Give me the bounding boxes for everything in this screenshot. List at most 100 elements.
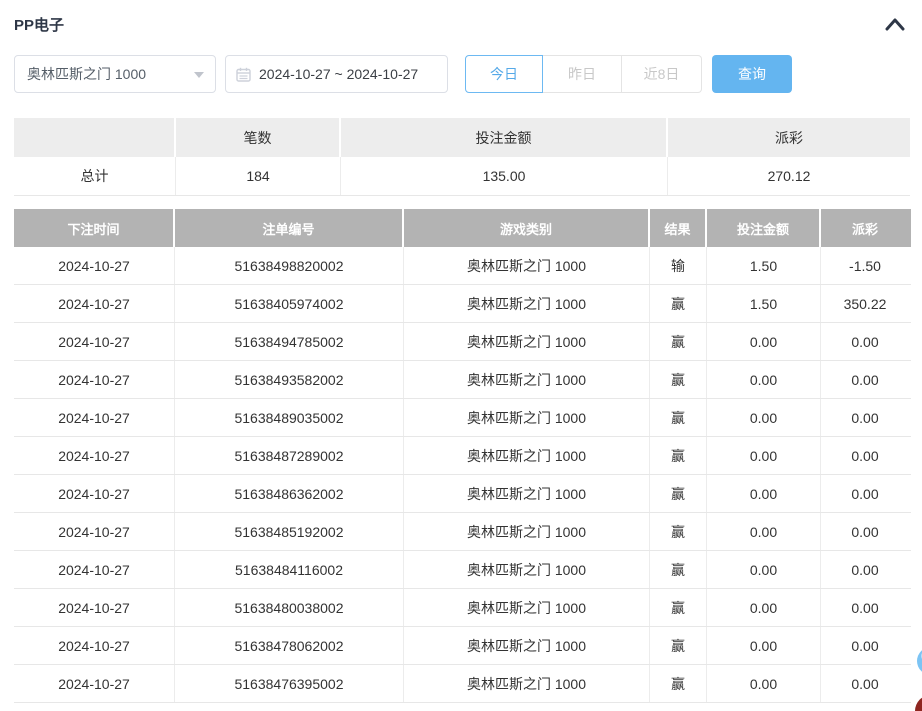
table-row: 2024-10-2751638484116002奥林匹斯之门 1000赢0.00… (14, 551, 911, 589)
table-cell: 奥林匹斯之门 1000 (404, 323, 650, 360)
caret-down-icon (194, 72, 204, 78)
search-button[interactable]: 查询 (712, 55, 792, 93)
summary-header-cell: 派彩 (668, 118, 910, 157)
table-header-cell: 投注金额 (707, 209, 821, 247)
table-row: 2024-10-2751638405974002奥林匹斯之门 1000赢1.50… (14, 285, 911, 323)
table-cell: 赢 (650, 323, 707, 360)
table-cell: 2024-10-27 (14, 361, 175, 398)
table-cell: 51638489035002 (175, 399, 404, 436)
quick-date-button-近8日[interactable]: 近8日 (622, 55, 702, 93)
table-cell: 奥林匹斯之门 1000 (404, 665, 650, 702)
table-cell: 奥林匹斯之门 1000 (404, 399, 650, 436)
table-cell: 输 (650, 247, 707, 284)
table-cell: 1.50 (707, 285, 821, 322)
table-cell: 0.00 (821, 589, 909, 626)
table-cell: 2024-10-27 (14, 323, 175, 360)
calendar-icon (236, 67, 251, 87)
table-cell: 奥林匹斯之门 1000 (404, 627, 650, 664)
table-cell: 0.00 (707, 513, 821, 550)
date-range-picker[interactable]: 2024-10-27 ~ 2024-10-27 (225, 55, 448, 93)
table-cell: 0.00 (707, 589, 821, 626)
pp-electronic-report-panel: PP电子 奥林匹斯之门 1000 2024-10-27 ~ 2024-10- (0, 0, 922, 711)
table-cell: 0.00 (821, 551, 909, 588)
table-cell: 2024-10-27 (14, 399, 175, 436)
table-cell: -1.50 (821, 247, 909, 284)
table-cell: 赢 (650, 513, 707, 550)
table-cell: 奥林匹斯之门 1000 (404, 513, 650, 550)
table-cell: 2024-10-27 (14, 247, 175, 284)
table-cell: 0.00 (707, 399, 821, 436)
game-select[interactable]: 奥林匹斯之门 1000 (14, 55, 216, 93)
floating-action-button[interactable] (915, 695, 922, 711)
table-cell: 2024-10-27 (14, 437, 175, 474)
table-cell: 51638476395002 (175, 665, 404, 702)
table-row: 2024-10-2751638493582002奥林匹斯之门 1000赢0.00… (14, 361, 911, 399)
table-cell: 2024-10-27 (14, 627, 175, 664)
quick-date-button-昨日[interactable]: 昨日 (543, 55, 622, 93)
table-row: 2024-10-2751638480038002奥林匹斯之门 1000赢0.00… (14, 589, 911, 627)
table-header-cell: 游戏类别 (404, 209, 650, 247)
summary-total-row: 总计184135.00270.12 (14, 157, 910, 196)
summary-header-cell: 投注金额 (341, 118, 668, 157)
table-header-cell: 派彩 (821, 209, 909, 247)
table-cell: 0.00 (707, 665, 821, 702)
filter-bar: 奥林匹斯之门 1000 2024-10-27 ~ 2024-10-27 今日昨日… (14, 55, 908, 93)
bet-records-table: 下注时间注单编号游戏类别结果投注金额派彩 2024-10-27516384988… (14, 209, 911, 703)
table-cell: 0.00 (821, 361, 909, 398)
table-cell: 赢 (650, 665, 707, 702)
table-cell: 0.00 (821, 665, 909, 702)
table-cell: 51638480038002 (175, 589, 404, 626)
summary-table: 笔数投注金额派彩 总计184135.00270.12 (14, 118, 910, 196)
table-row: 2024-10-2751638485192002奥林匹斯之门 1000赢0.00… (14, 513, 911, 551)
table-cell: 51638498820002 (175, 247, 404, 284)
table-row: 2024-10-2751638494785002奥林匹斯之门 1000赢0.00… (14, 323, 911, 361)
table-cell: 0.00 (707, 475, 821, 512)
game-select-value: 奥林匹斯之门 1000 (27, 56, 146, 92)
table-cell: 奥林匹斯之门 1000 (404, 437, 650, 474)
summary-value-cell: 总计 (14, 157, 176, 195)
floating-service-button[interactable] (917, 647, 922, 675)
table-header-cell: 注单编号 (175, 209, 404, 247)
table-cell: 51638494785002 (175, 323, 404, 360)
table-cell: 51638493582002 (175, 361, 404, 398)
table-header-cell: 结果 (650, 209, 707, 247)
date-range-value: 2024-10-27 ~ 2024-10-27 (259, 56, 418, 92)
table-row: 2024-10-2751638489035002奥林匹斯之门 1000赢0.00… (14, 399, 911, 437)
collapse-panel-button[interactable] (884, 16, 906, 34)
quick-date-button-今日[interactable]: 今日 (465, 55, 543, 93)
table-cell: 0.00 (821, 323, 909, 360)
table-cell: 赢 (650, 551, 707, 588)
page-title: PP电子 (14, 14, 64, 35)
table-cell: 0.00 (821, 437, 909, 474)
table-cell: 赢 (650, 475, 707, 512)
summary-header-cell: 笔数 (176, 118, 341, 157)
table-cell: 0.00 (821, 475, 909, 512)
table-cell: 0.00 (821, 627, 909, 664)
table-row: 2024-10-2751638476395002奥林匹斯之门 1000赢0.00… (14, 665, 911, 703)
table-cell: 51638478062002 (175, 627, 404, 664)
table-cell: 0.00 (821, 513, 909, 550)
summary-value-cell: 184 (176, 157, 341, 195)
table-cell: 0.00 (707, 323, 821, 360)
table-cell: 赢 (650, 437, 707, 474)
table-cell: 奥林匹斯之门 1000 (404, 551, 650, 588)
table-cell: 51638484116002 (175, 551, 404, 588)
table-cell: 2024-10-27 (14, 551, 175, 588)
table-cell: 赢 (650, 285, 707, 322)
table-cell: 0.00 (707, 361, 821, 398)
table-cell: 2024-10-27 (14, 285, 175, 322)
table-row: 2024-10-2751638486362002奥林匹斯之门 1000赢0.00… (14, 475, 911, 513)
table-row: 2024-10-2751638478062002奥林匹斯之门 1000赢0.00… (14, 627, 911, 665)
summary-header-row: 笔数投注金额派彩 (14, 118, 910, 157)
table-row: 2024-10-2751638498820002奥林匹斯之门 1000输1.50… (14, 247, 911, 285)
table-cell: 51638405974002 (175, 285, 404, 322)
summary-value-cell: 135.00 (341, 157, 668, 195)
table-cell: 奥林匹斯之门 1000 (404, 361, 650, 398)
table-cell: 51638485192002 (175, 513, 404, 550)
table-cell: 2024-10-27 (14, 589, 175, 626)
table-cell: 2024-10-27 (14, 513, 175, 550)
table-cell: 1.50 (707, 247, 821, 284)
table-cell: 0.00 (707, 551, 821, 588)
table-row: 2024-10-2751638487289002奥林匹斯之门 1000赢0.00… (14, 437, 911, 475)
table-header-row: 下注时间注单编号游戏类别结果投注金额派彩 (14, 209, 911, 247)
